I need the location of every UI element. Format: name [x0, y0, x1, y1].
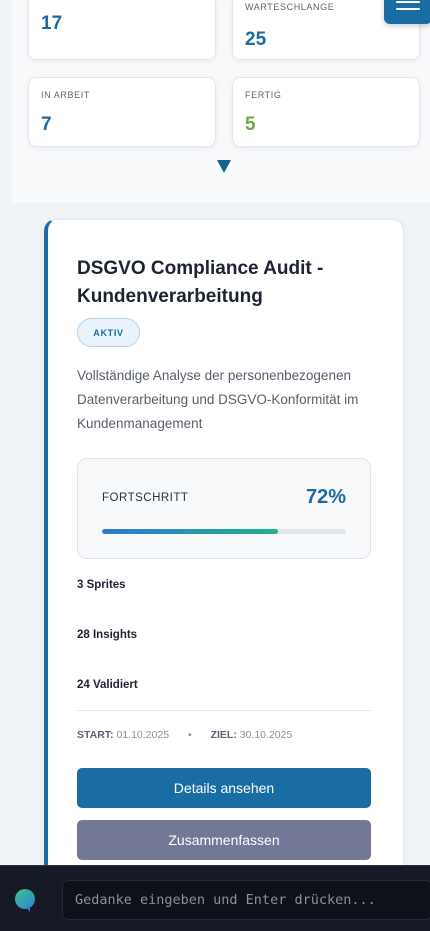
progress-track — [102, 529, 346, 534]
date-range: START: 01.10.2025 • ZIEL: 30.10.2025 — [77, 729, 292, 741]
stat-queue-label: WARTESCHLANGE — [245, 2, 335, 12]
target-date: 30.10.2025 — [239, 729, 293, 741]
stat-card-in-progress[interactable]: IN ARBEIT 7 — [28, 77, 216, 147]
target-label: ZIEL: — [210, 729, 237, 741]
progress-fill — [102, 529, 278, 534]
stat-card-total[interactable]: 17 — [28, 0, 216, 60]
stat-done-value: 5 — [245, 114, 256, 135]
project-title: DSGVO Compliance Audit - Kundenverarbeit… — [77, 258, 324, 307]
stat-queue-value: 25 — [245, 29, 267, 50]
thought-input-bar — [0, 865, 430, 931]
start-label: START: — [77, 729, 114, 741]
project-description: Vollständige Analyse der personenbezogen… — [77, 368, 359, 431]
thought-input[interactable] — [62, 880, 430, 920]
start-date: 01.10.2025 — [116, 729, 170, 741]
metric-validated: 24 Validiert — [77, 679, 138, 691]
metric-sprites: 3 Sprites — [77, 579, 126, 591]
progress-label: FORTSCHRITT — [102, 492, 189, 504]
triangle-down-icon[interactable] — [217, 160, 231, 173]
stat-in-progress-value: 7 — [41, 114, 52, 135]
hamburger-icon — [396, 1, 420, 3]
details-button[interactable]: Details ansehen — [77, 768, 371, 808]
stat-card-done[interactable]: FERTIG 5 — [232, 77, 420, 147]
menu-button[interactable] — [384, 0, 430, 24]
summarize-button[interactable]: Zusammenfassen — [77, 820, 371, 860]
divider — [77, 710, 371, 711]
stat-in-progress-label: IN ARBEIT — [41, 90, 90, 100]
date-separator: • — [187, 729, 192, 741]
stat-total-value: 17 — [41, 13, 63, 34]
status-badge: AKTIV — [77, 318, 140, 347]
progress-box: FORTSCHRITT 72% — [77, 458, 371, 559]
hamburger-icon-line — [396, 8, 420, 10]
progress-value: 72% — [305, 486, 346, 508]
metric-insights: 28 Insights — [77, 629, 138, 641]
chat-bubble-icon[interactable] — [13, 888, 37, 912]
stat-done-label: FERTIG — [245, 90, 282, 100]
